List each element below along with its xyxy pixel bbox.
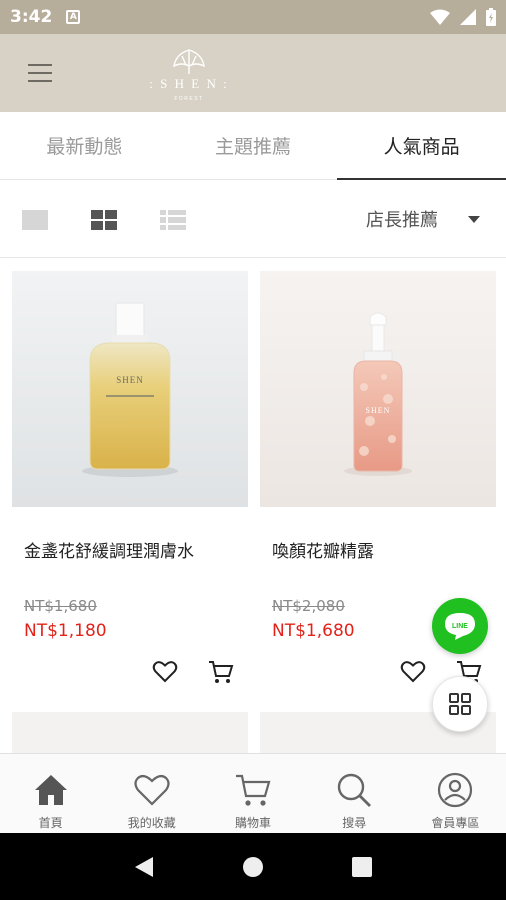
product-image[interactable]: SHEN (260, 271, 496, 507)
nav-home[interactable]: 首頁 (0, 754, 101, 833)
user-icon (438, 772, 473, 808)
bottle-label: SHEN (116, 375, 144, 385)
nav-favorites[interactable]: 我的收藏 (101, 754, 202, 833)
heart-icon (134, 774, 170, 806)
sort-label: 店長推薦 (366, 210, 438, 231)
tab-latest-news[interactable]: 最新動態 (0, 112, 169, 179)
original-price: NT$2,080 (272, 597, 345, 615)
product-card[interactable] (12, 712, 248, 753)
line-label: LINE (452, 623, 468, 630)
nav-label: 購物車 (235, 816, 272, 830)
signal-icon (460, 9, 476, 25)
home-circle-icon[interactable] (242, 856, 264, 878)
notification-icon: A (66, 10, 81, 24)
cart-icon[interactable] (208, 659, 234, 685)
tab-popular-products[interactable]: 人氣商品 (337, 112, 506, 180)
status-bar: 3:42 A (0, 0, 506, 34)
battery-icon (486, 8, 496, 26)
original-price: NT$1,680 (24, 597, 97, 615)
chevron-down-icon (468, 215, 480, 223)
system-navigation-bar (0, 833, 506, 900)
search-icon (338, 773, 372, 807)
svg-text:FOREST: FOREST (174, 96, 203, 102)
bottom-navigation: 首頁 我的收藏 購物車 搜尋 會員專區 (0, 753, 506, 833)
heart-icon[interactable] (400, 659, 426, 685)
svg-text:: S H E N :: : S H E N : (149, 76, 228, 91)
wifi-icon (430, 9, 450, 25)
product-name[interactable]: 金盞花舒緩調理潤膚水 (24, 537, 194, 562)
grid-view-icon[interactable] (91, 210, 117, 230)
nav-label: 我的收藏 (127, 816, 176, 830)
nav-member[interactable]: 會員專區 (405, 754, 506, 833)
cart-icon (236, 774, 271, 806)
bottle-label: SHEN (366, 406, 391, 415)
recents-icon[interactable] (351, 856, 373, 878)
grid-menu-icon (449, 693, 471, 715)
back-icon[interactable] (133, 855, 155, 879)
nav-search[interactable]: 搜尋 (304, 754, 405, 833)
nav-label: 搜尋 (342, 816, 367, 830)
tab-theme-picks[interactable]: 主題推薦 (169, 112, 338, 179)
nav-label: 會員專區 (431, 816, 480, 830)
product-image[interactable]: SHEN (12, 271, 248, 507)
quick-menu-button[interactable] (432, 676, 488, 732)
list-view-icon[interactable] (160, 210, 186, 230)
single-view-icon[interactable] (22, 210, 48, 230)
product-name[interactable]: 喚顏花瓣精露 (272, 537, 374, 562)
sort-dropdown[interactable]: 店長推薦 (366, 206, 480, 232)
line-chat-button[interactable]: LINE (432, 598, 488, 654)
heart-icon[interactable] (152, 659, 178, 685)
home-icon (34, 775, 67, 805)
view-toolbar: 店長推薦 (0, 180, 506, 258)
product-card[interactable]: SHEN 金盞花舒緩調理潤膚水 NT$1,680 NT$1,180 (12, 271, 248, 711)
menu-button[interactable] (28, 64, 52, 82)
product-grid: SHEN 金盞花舒緩調理潤膚水 NT$1,680 NT$1,180 SHEN 喚… (12, 271, 496, 753)
brand-logo[interactable]: : S H E N : FOREST (146, 44, 232, 104)
sale-price: NT$1,680 (272, 621, 355, 641)
status-time: 3:42 (10, 7, 53, 27)
line-icon: LINE (445, 613, 475, 640)
nav-label: 首頁 (38, 816, 63, 830)
app-header: : S H E N : FOREST (0, 34, 506, 112)
sale-price: NT$1,180 (24, 621, 107, 641)
nav-cart[interactable]: 購物車 (202, 754, 303, 833)
category-tabs: 最新動態 主題推薦 人氣商品 (0, 112, 506, 180)
